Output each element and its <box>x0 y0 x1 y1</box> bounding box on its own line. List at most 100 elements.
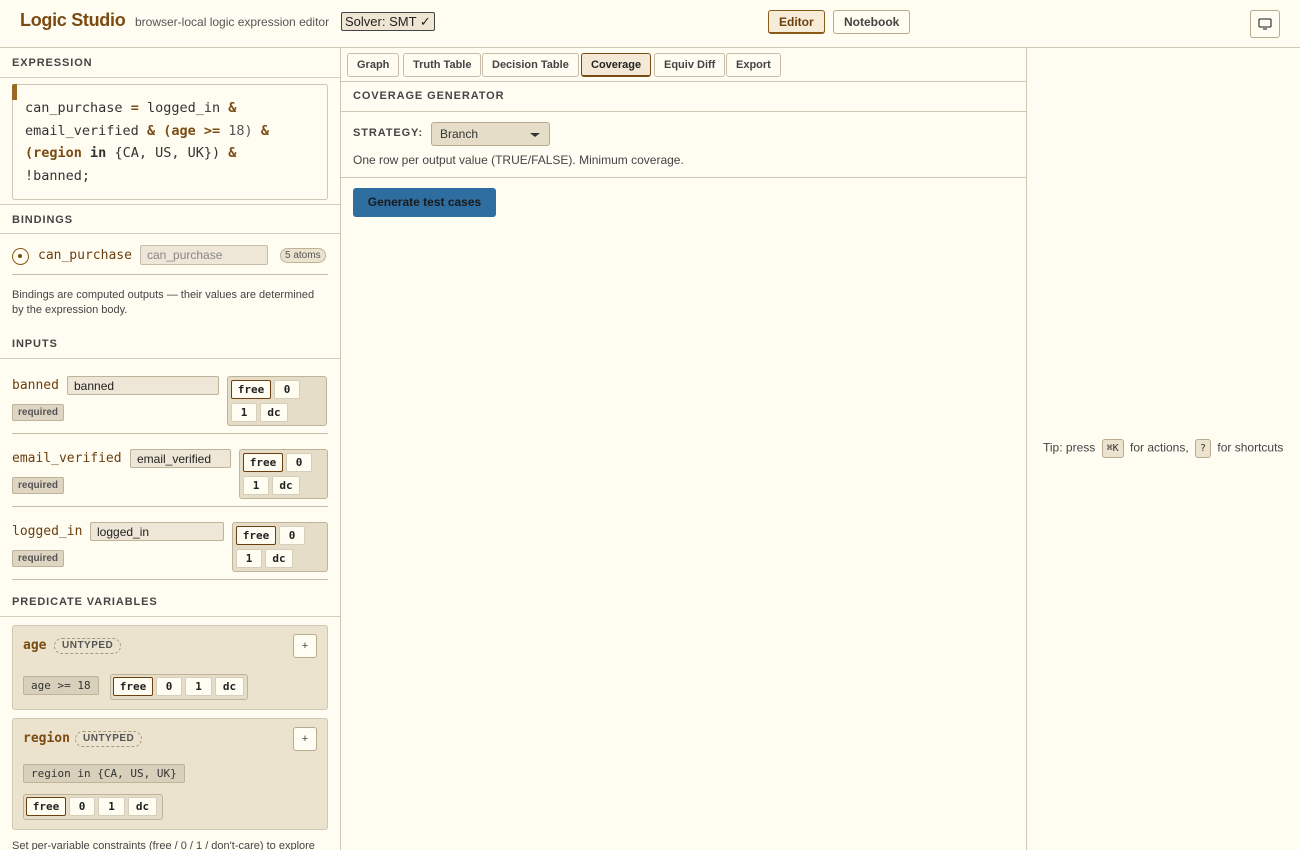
constraint-1[interactable]: 1 <box>236 549 262 568</box>
tab-coverage[interactable]: Coverage <box>581 53 652 77</box>
kbd-question: ? <box>1195 439 1212 458</box>
constraint-free[interactable]: free <box>236 526 276 545</box>
constraint-dc[interactable]: dc <box>260 403 288 422</box>
bindings-note: Bindings are computed outputs — their va… <box>12 289 315 316</box>
constraint-0[interactable]: 0 <box>69 797 95 816</box>
expr-token: 18) <box>228 122 253 139</box>
monitor-icon <box>1258 18 1272 30</box>
right-panel: Tip: press ⌘K for actions, ? for shortcu… <box>1027 48 1300 850</box>
constraint-0[interactable]: 0 <box>279 526 305 545</box>
generate-test-cases-button[interactable]: Generate test cases <box>353 188 496 217</box>
binding-radio[interactable] <box>12 248 29 265</box>
required-badge: required <box>12 550 65 567</box>
left-panel: EXPRESSION can_purchase = logged_in & em… <box>0 48 341 850</box>
predicate-chip: age >= 18 <box>23 676 99 695</box>
divider <box>341 111 1026 112</box>
expr-token: !banned; <box>25 167 91 184</box>
input-row-banned: banned required free 0 1 dc <box>12 376 328 434</box>
constraint-dc[interactable]: dc <box>128 797 157 816</box>
strategy-select[interactable]: Branch <box>431 122 550 146</box>
expr-token: (region <box>25 145 82 161</box>
expr-token: (age <box>163 122 196 139</box>
constraint-selector: free 0 1 dc <box>227 376 327 426</box>
binding-input[interactable] <box>140 245 268 265</box>
constraint-dc[interactable]: dc <box>265 549 293 568</box>
required-badge: required <box>12 404 65 421</box>
add-type-button[interactable]: + <box>293 634 317 658</box>
tip-text: for actions, <box>1129 440 1189 455</box>
strategy-value: Branch <box>440 127 479 141</box>
input-name: logged_in <box>12 524 83 539</box>
constraint-1[interactable]: 1 <box>185 677 212 696</box>
expr-token: & <box>146 122 156 139</box>
constraint-selector: free 0 1 dc <box>110 674 248 700</box>
constraint-selector: free 0 1 dc <box>232 522 328 572</box>
expr-token: >= <box>203 122 221 139</box>
coverage-heading: COVERAGE GENERATOR <box>353 90 505 102</box>
predicate-chip: region in {CA, US, UK} <box>23 764 185 783</box>
expression-heading: EXPRESSION <box>0 48 340 78</box>
required-badge: required <box>12 477 65 494</box>
mode-editor-button[interactable]: Editor <box>768 10 825 34</box>
predicate-card-region: region UNTYPED + region in {CA, US, UK} … <box>12 718 328 830</box>
solver-status-button[interactable]: Solver: SMT ✓ <box>341 12 435 31</box>
app-subtitle: browser-local logic expression editor <box>135 15 330 29</box>
tip-text: for shortcuts <box>1217 440 1284 455</box>
mode-notebook-button[interactable]: Notebook <box>833 10 911 34</box>
strategy-description: One row per output value (TRUE/FALSE). M… <box>353 153 684 167</box>
center-panel: Graph Truth Table Decision Table Coverag… <box>341 48 1027 850</box>
input-field[interactable] <box>130 449 231 468</box>
view-tabs: Graph Truth Table Decision Table Coverag… <box>341 48 1026 82</box>
constraint-selector: free 0 1 dc <box>23 794 163 820</box>
tab-decision-table[interactable]: Decision Table <box>482 53 579 77</box>
input-name: banned <box>12 378 59 393</box>
constraint-1[interactable]: 1 <box>98 797 125 816</box>
constraint-free[interactable]: free <box>231 380 271 399</box>
constraint-dc[interactable]: dc <box>215 677 244 696</box>
input-field[interactable] <box>67 376 219 395</box>
predicates-heading: PREDICATE VARIABLES <box>0 587 340 617</box>
constraint-free[interactable]: free <box>243 453 283 472</box>
tab-export[interactable]: Export <box>726 53 781 77</box>
expression-editor[interactable]: can_purchase = logged_in & email_verifie… <box>12 84 328 200</box>
expr-token: & <box>260 122 269 139</box>
expr-token: in <box>90 145 107 161</box>
predicate-name: region <box>23 731 70 746</box>
shortcut-tip: Tip: press ⌘K for actions, ? for shortcu… <box>1043 439 1283 458</box>
expr-token: email_verified <box>25 122 139 139</box>
input-field[interactable] <box>90 522 224 541</box>
expr-token: logged_in <box>146 100 221 116</box>
constraint-0[interactable]: 0 <box>274 380 300 399</box>
constraint-0[interactable]: 0 <box>156 677 182 696</box>
type-badge: UNTYPED <box>75 731 143 747</box>
app-header: Logic Studio browser-local logic express… <box>0 0 1300 48</box>
predicates-note: Set per-variable constraints (free / 0 /… <box>12 840 315 850</box>
add-type-button[interactable]: + <box>293 727 317 751</box>
constraint-0[interactable]: 0 <box>286 453 312 472</box>
input-name: email_verified <box>12 451 122 466</box>
constraint-1[interactable]: 1 <box>231 403 257 422</box>
expr-token: = <box>130 100 139 116</box>
expr-token: & <box>228 145 237 161</box>
divider <box>341 177 1026 178</box>
screen-toggle-button[interactable] <box>1250 10 1280 38</box>
tab-truth-table[interactable]: Truth Table <box>403 53 482 77</box>
constraint-1[interactable]: 1 <box>243 476 269 495</box>
kbd-command-k: ⌘K <box>1101 439 1124 458</box>
predicate-card-age: age UNTYPED + age >= 18 free 0 1 dc <box>12 625 328 710</box>
constraint-dc[interactable]: dc <box>272 476 300 495</box>
input-row-email-verified: email_verified required free 0 1 dc <box>12 449 328 507</box>
tab-equiv-diff[interactable]: Equiv Diff <box>654 53 726 77</box>
constraint-selector: free 0 1 dc <box>239 449 328 499</box>
type-badge: UNTYPED <box>54 638 122 654</box>
input-row-logged-in: logged_in required free 0 1 dc <box>12 522 328 580</box>
constraint-free[interactable]: free <box>113 677 153 696</box>
inputs-heading: INPUTS <box>0 329 340 359</box>
bindings-heading: BINDINGS <box>0 204 340 234</box>
tab-graph[interactable]: Graph <box>347 53 400 77</box>
atoms-badge: 5 atoms <box>280 248 326 263</box>
constraint-free[interactable]: free <box>26 797 66 816</box>
app-title: Logic Studio <box>20 10 126 30</box>
tip-text: Tip: press <box>1043 440 1096 455</box>
expr-token: {CA, US, UK}) <box>114 145 221 161</box>
